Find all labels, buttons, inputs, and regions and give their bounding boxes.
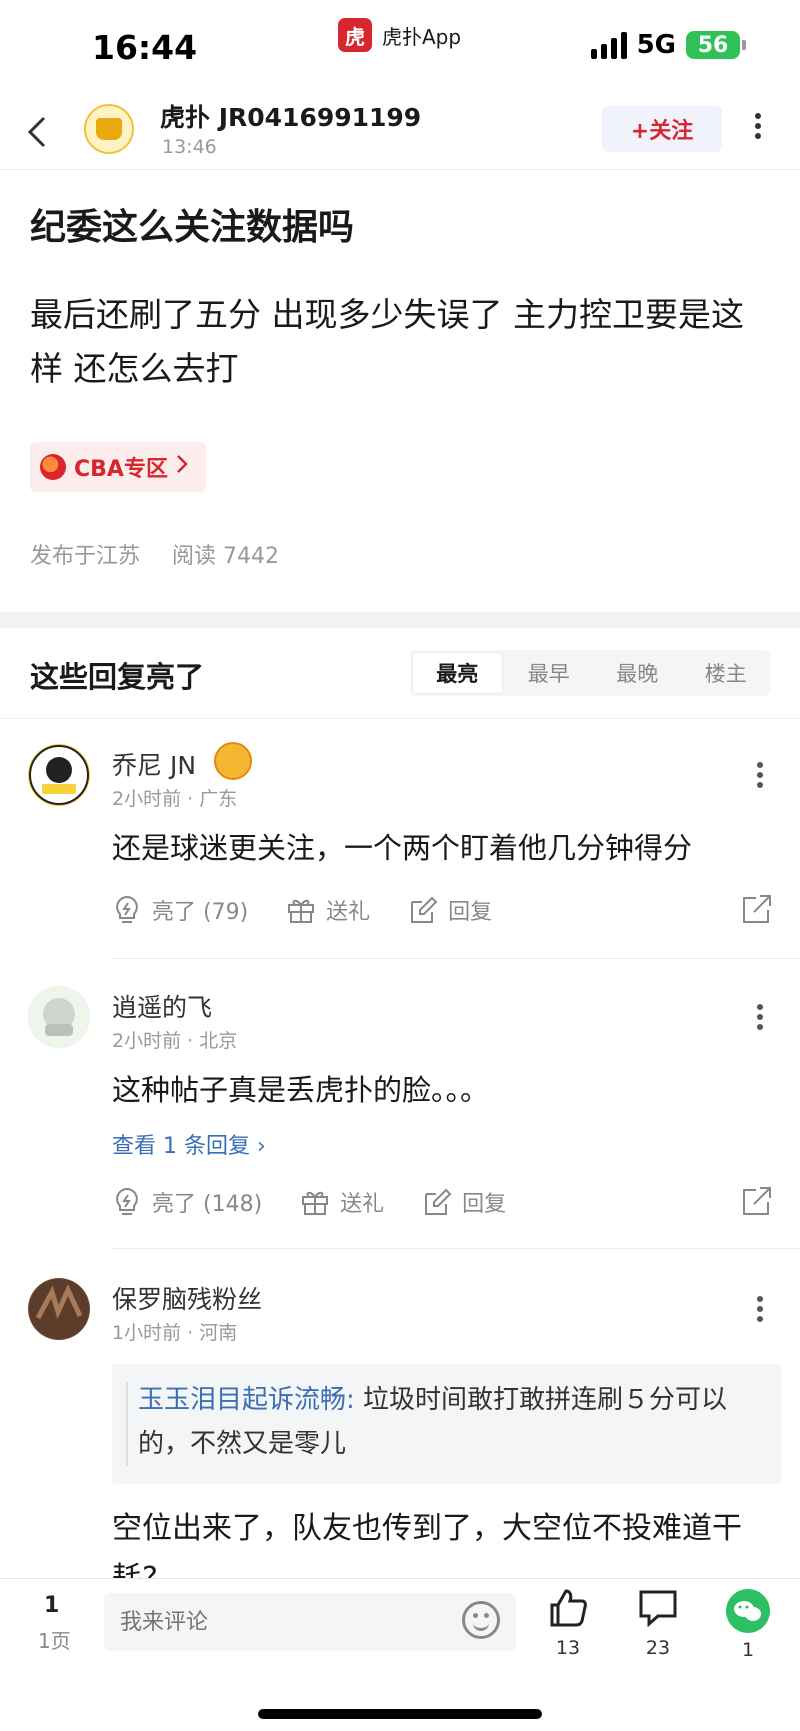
light-count: 亮了 (79) [152,900,249,925]
quote-text: 玉玉泪目起诉流畅: 垃圾时间敢打敢拼连刷５分可以的，不然又是零儿 [138,1378,764,1466]
lightbulb-icon [112,895,142,925]
comment-meta: 1小时前 · 河南 [112,1322,238,1344]
gift-button[interactable]: 送礼 [300,1186,384,1218]
comment-bubble-icon [638,1589,678,1631]
comment-input[interactable] [104,1593,516,1651]
status-bar: 16:44 虎 虎扑App 5G 56 [0,0,800,96]
comment-meta: 2小时前 · 北京 [112,1030,238,1052]
comment-meta: 2小时前 · 广东 [112,788,238,810]
comment-divider [112,958,800,959]
reply-button[interactable]: 回复 [408,894,492,926]
status-time: 16:44 [92,28,198,67]
post-meta: 发布于江苏 阅读 7442 [30,538,279,570]
author-name[interactable]: 虎扑 JR0416991199 [160,98,421,134]
sort-tabs: 最亮 最早 最晚 楼主 [410,650,770,696]
zone-tag[interactable]: CBA专区 [30,442,206,492]
light-button[interactable]: 亮了 (148) [112,1186,262,1218]
post-body: 最后还刷了五分 出现多少失误了 主力控卫要是这样 还怎么去打 [30,295,744,388]
back-arrow-icon[interactable] [26,114,56,154]
more-options-icon[interactable] [756,760,764,798]
gift-label: 送礼 [326,900,371,925]
reply-button[interactable]: 回复 [422,1186,506,1218]
quoted-reply[interactable]: 玉玉泪目起诉流畅: 垃圾时间敢打敢拼连刷５分可以的，不然又是零儿 [112,1364,782,1484]
comment-actions: 亮了 (148) 送礼 回复 [112,1182,772,1222]
zone-label: CBA专区 [74,457,168,482]
like-button[interactable]: 13 [538,1589,598,1659]
author-avatar[interactable] [84,104,134,154]
comments-button[interactable]: 23 [628,1589,688,1659]
like-count: 13 [555,1637,581,1659]
post-time: 13:46 [162,136,217,158]
commenter-name[interactable]: 乔尼 JN [112,746,196,782]
bottom-bar: 1 1页 13 23 1 [0,1578,800,1731]
commenter-name[interactable]: 保罗脑残粉丝 [112,1280,262,1316]
light-count: 亮了 (148) [152,1192,263,1217]
comment-text: 还是球迷更关注，一个两个盯着他几分钟得分 [112,831,693,865]
quote-author[interactable]: 玉玉泪目起诉流畅: [138,1385,355,1415]
wechat-icon [726,1589,770,1633]
comment-item: 乔尼 JN 2小时前 · 广东 还是球迷更关注，一个两个盯着他几分钟得分 亮了 … [0,740,800,960]
commenter-name[interactable]: 逍遥的飞 [112,988,212,1024]
more-options-icon[interactable] [756,1294,764,1332]
tab-brightest[interactable]: 最亮 [412,652,503,694]
gift-icon [286,895,316,925]
wechat-share-button[interactable]: 1 [718,1589,778,1661]
edit-icon [422,1187,452,1217]
gift-icon [300,1187,330,1217]
medal-badge-icon [214,742,252,780]
divider [0,718,800,719]
post-header: 虎扑 JR0416991199 13:46 +关注 [0,96,800,170]
comment-item: 逍遥的飞 2小时前 · 北京 这种帖子真是丢虎扑的脸。。。 查看 1 条回复 ›… [0,982,800,1252]
comment-divider [112,1248,800,1249]
replies-title: 这些回复亮了 [30,660,205,694]
chevron-right-icon [176,454,188,480]
home-indicator[interactable] [258,1709,542,1719]
view-replies-link[interactable]: 查看 1 条回复 › [112,1128,266,1160]
tab-latest[interactable]: 最晚 [593,650,682,696]
comment-actions: 亮了 (79) 送礼 回复 [112,890,772,930]
more-options-icon[interactable] [754,110,762,150]
thumbs-up-icon [548,1589,588,1631]
tab-op[interactable]: 楼主 [682,650,771,696]
lightbulb-icon [112,1187,142,1217]
light-button[interactable]: 亮了 (79) [112,894,248,926]
reply-label: 回复 [448,900,493,925]
share-icon[interactable] [742,1186,772,1220]
commenter-avatar[interactable] [28,986,90,1048]
follow-button[interactable]: +关注 [602,106,722,152]
signal-icon [590,31,627,59]
section-divider [0,612,800,628]
comment-text: 这种帖子真是丢虎扑的脸。。。 [112,1073,490,1107]
post-reads: 阅读 7442 [172,544,279,569]
more-options-icon[interactable] [756,1002,764,1040]
page-unit: 1页 [38,1629,71,1653]
emoji-icon[interactable] [462,1601,500,1639]
status-right: 5G 56 [590,30,746,60]
comment-count: 23 [645,1637,671,1659]
share-count: 1 [741,1639,755,1661]
network-type: 5G [636,30,676,60]
reply-label: 回复 [462,1192,507,1217]
status-app-indicator: 虎 虎扑App [338,18,461,52]
edit-icon [408,895,438,925]
post-title: 纪委这么关注数据吗 [30,207,355,248]
battery-icon: 56 [686,31,746,59]
post-location: 发布于江苏 [30,544,141,569]
crown-icon [96,118,122,140]
gift-label: 送礼 [340,1192,385,1217]
gift-button[interactable]: 送礼 [286,894,370,926]
hupu-logo-icon: 虎 [338,18,372,52]
commenter-avatar[interactable] [28,744,90,806]
tab-earliest[interactable]: 最早 [505,650,594,696]
commenter-avatar[interactable] [28,1278,90,1340]
status-app-name: 虎扑App [382,24,462,49]
page-number[interactable]: 1 [44,1593,59,1618]
share-icon[interactable] [742,894,772,928]
cba-logo-icon [40,454,66,480]
